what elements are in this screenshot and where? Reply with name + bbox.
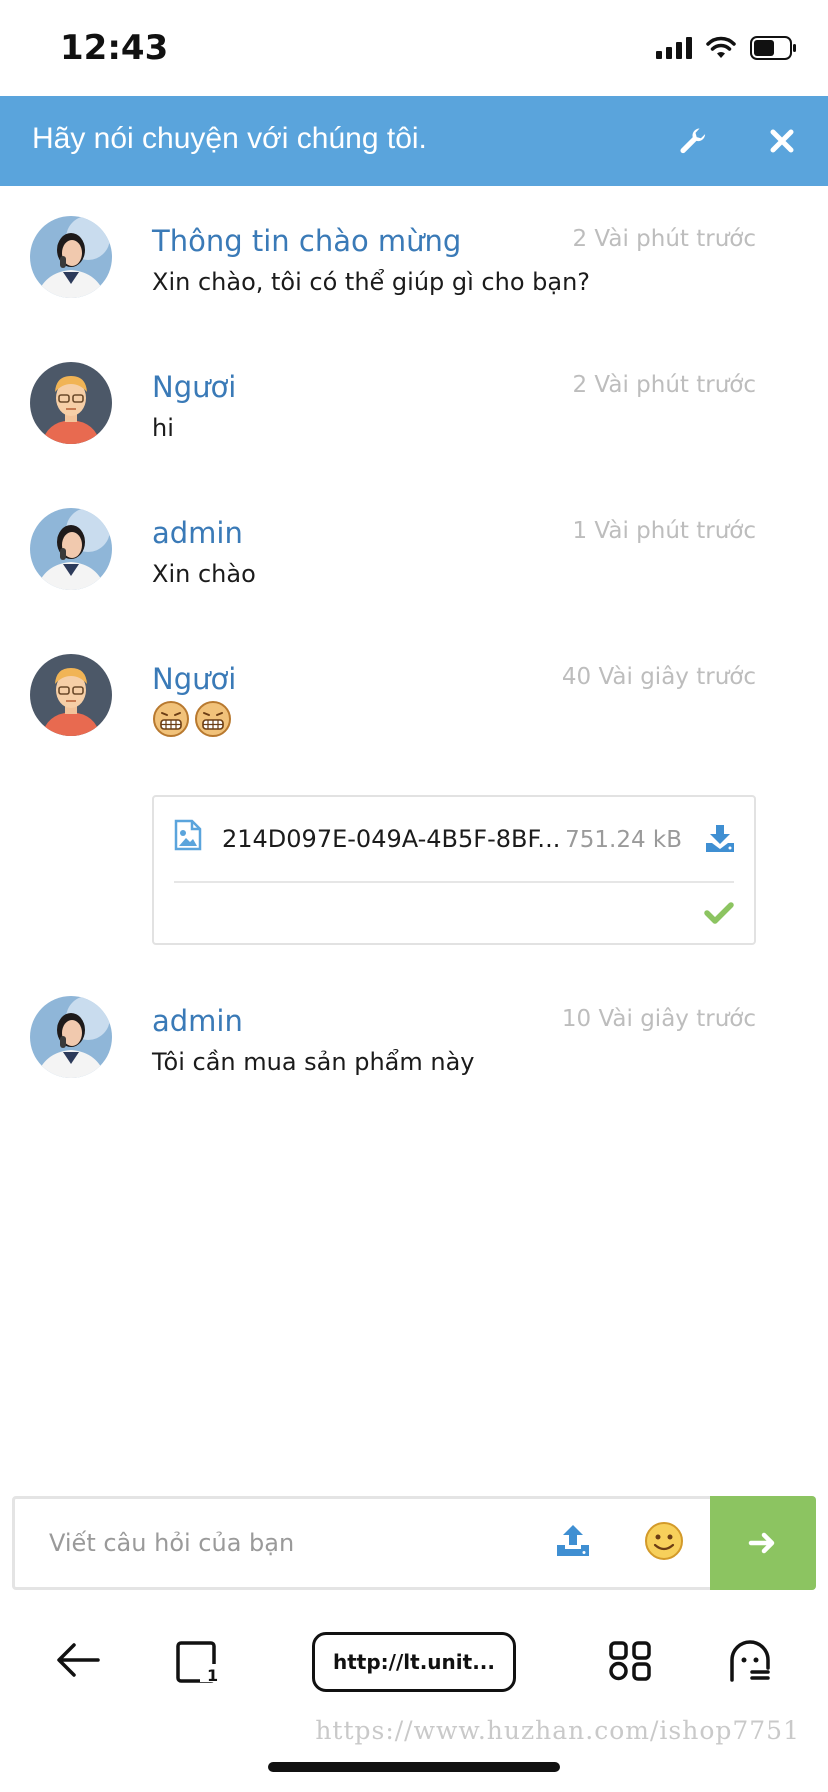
battery-icon [750,36,796,60]
grimacing-emoji-icon [153,701,189,737]
ghost-icon [730,1640,770,1682]
message-text: Xin chào, tôi có thể giúp gì cho bạn? [152,268,591,296]
tabs-button[interactable]: 1 [174,1640,220,1689]
sender-name: Ngươi [152,662,237,696]
message-time: 40 Vài giây trước [561,664,756,690]
message-time: 2 Vài phút trước [572,226,756,252]
grid-icon [609,1641,651,1681]
upload-button[interactable] [555,1523,591,1562]
divider [174,881,734,883]
chat-message: Ngươi 2 Vài phút trước hi [0,362,828,482]
agent-avatar [30,216,112,298]
status-bar: 12:43 [0,0,828,96]
download-button[interactable] [704,823,736,858]
tabs-icon: 1 [176,1641,218,1685]
message-time: 2 Vài phút trước [572,372,756,398]
wifi-icon [706,36,736,58]
ghost-mode-button[interactable] [728,1640,772,1687]
message-input[interactable] [15,1499,535,1587]
chat-message: Ngươi 40 Vài giây trước [0,654,828,774]
settings-button[interactable] [670,118,716,164]
file-size: 751.24 kB [565,827,682,853]
image-file-icon [174,819,202,851]
close-button[interactable] [759,118,805,164]
emoji-button[interactable] [644,1521,684,1566]
url-bar[interactable]: http://lt.unit... [312,1632,516,1692]
sender-name: Ngươi [152,370,237,404]
status-icons [656,36,798,60]
agent-avatar [30,996,112,1078]
upload-icon [557,1525,589,1556]
sender-name: Thông tin chào mừng [152,224,462,258]
chat-title: Hãy nói chuyện với chúng tôi. [32,122,427,155]
browser-toolbar: 1 http://lt.unit... [0,1620,828,1720]
message-composer [12,1496,816,1590]
status-time: 12:43 [60,28,169,68]
message-time: 10 Vài giây trước [561,1006,756,1032]
chat-header: Hãy nói chuyện với chúng tôi. [0,96,828,186]
message-text: hi [152,414,174,442]
chat-message: Thông tin chào mừng 2 Vài phút trước Xin… [0,216,828,336]
message-text: Tôi cần mua sản phẩm này [152,1048,475,1076]
agent-avatar [30,508,112,590]
arrow-right-icon [748,1532,775,1554]
user-avatar [30,362,112,444]
sent-check [704,901,734,930]
smiley-icon [645,1522,683,1560]
emoji-row [152,700,232,738]
watermark: https://www.huzhan.com/ishop7751 [315,1716,800,1745]
close-icon [770,129,794,153]
download-icon [706,825,734,852]
message-time: 1 Vài phút trước [572,518,756,544]
wrench-icon [680,128,706,154]
file-name: 214D097E-049A-4B5F-8BF... [222,825,561,853]
svg-text:1: 1 [207,1666,218,1684]
user-avatar [30,654,112,736]
apps-button[interactable] [608,1640,652,1687]
cellular-signal-icon [656,37,692,59]
home-indicator [268,1762,560,1772]
grimacing-emoji-icon [195,701,231,737]
arrow-left-icon [57,1643,100,1677]
chat-message: admin 10 Vài giây trước Tôi cần mua sản … [0,996,828,1116]
check-icon [704,902,734,924]
send-button[interactable] [710,1496,816,1590]
sender-name: admin [152,516,243,550]
file-attachment-card: 214D097E-049A-4B5F-8BF... 751.24 kB [152,795,756,945]
back-button[interactable] [54,1640,102,1685]
message-text: Xin chào [152,560,256,588]
chat-message: admin 1 Vài phút trước Xin chào [0,508,828,628]
sender-name: admin [152,1004,243,1038]
